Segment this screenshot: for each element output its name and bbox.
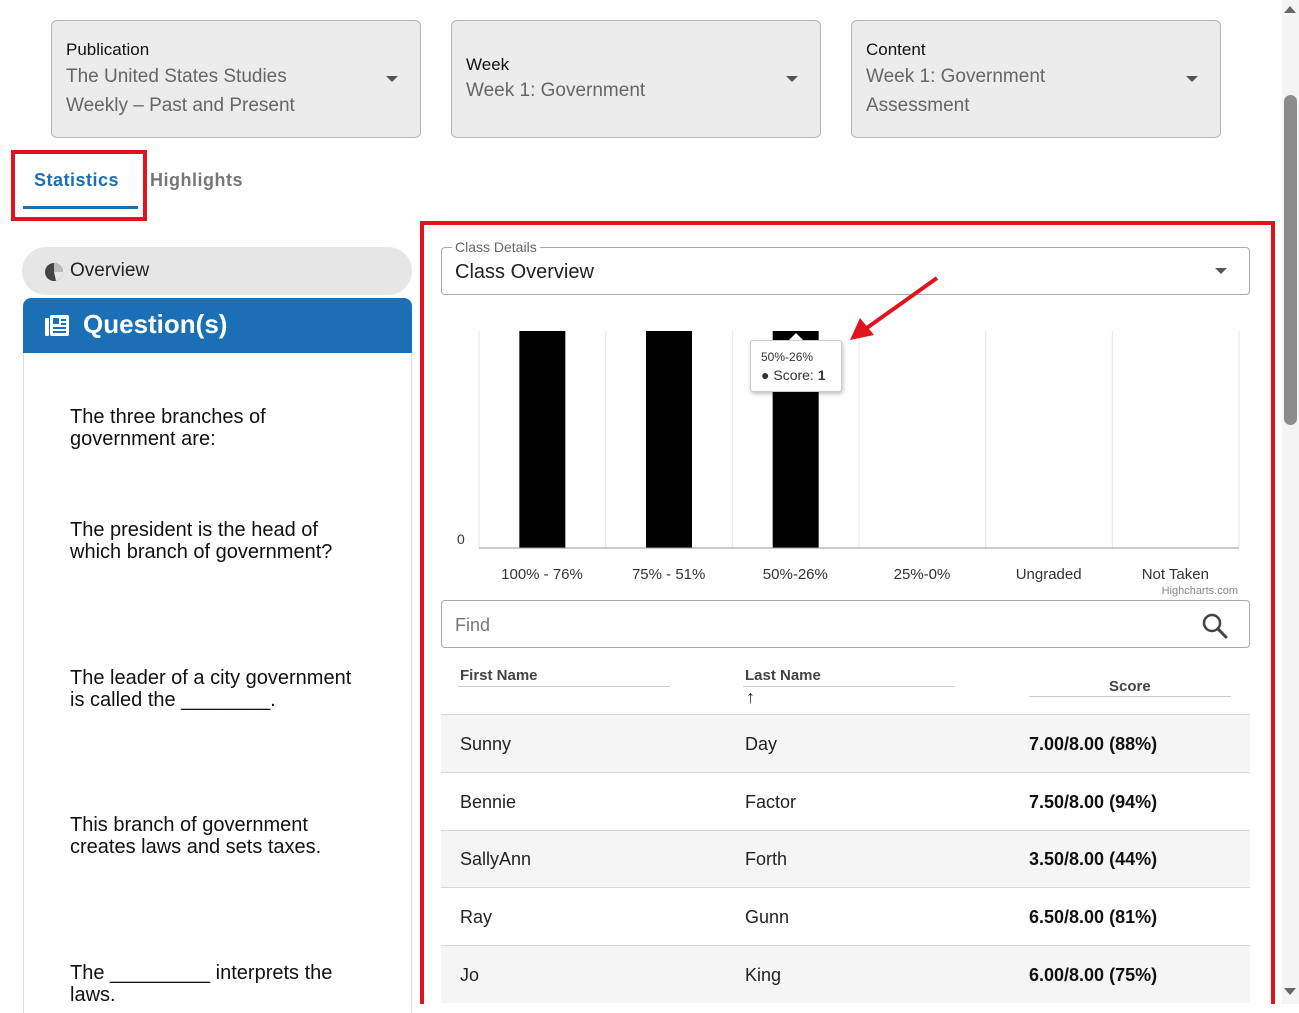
table-row[interactable]: SallyAnn Forth 3.50/8.00 (44%) (441, 830, 1250, 888)
column-divider (743, 686, 955, 687)
class-details-legend: Class Details (452, 239, 540, 255)
table-row[interactable]: Jo King 6.00/8.00 (75%) (441, 945, 1250, 1003)
score-cell: 3.50/8.00 (44%) (1029, 849, 1158, 869)
first-name-cell: Sunny (460, 734, 512, 754)
first-name-cell: Jo (460, 965, 480, 985)
tab-statistics[interactable]: Statistics (34, 170, 119, 191)
chevron-down-icon (1215, 268, 1227, 274)
last-name-cell: Gunn (745, 907, 790, 927)
tab-highlights[interactable]: Highlights (150, 170, 243, 191)
overview-button[interactable]: Overview (22, 247, 412, 295)
content-label: Content (866, 40, 926, 59)
search-icon[interactable] (1202, 613, 1228, 639)
publication-select[interactable]: Publication The United States Studies We… (51, 20, 421, 138)
tooltip-category: 50%-26% (761, 350, 814, 364)
x-tick-label: 75% - 51% (631, 566, 706, 583)
week-select[interactable]: Week Week 1: Government (451, 20, 821, 138)
publication-label: Publication (66, 40, 150, 59)
scrollbar-thumb[interactable] (1284, 95, 1297, 425)
column-score[interactable]: Score (1109, 678, 1151, 695)
column-last-name[interactable]: Last Name (745, 667, 821, 684)
last-name-cell: Forth (745, 849, 788, 869)
questions-title: Question(s) (83, 309, 228, 339)
active-tab-indicator (23, 206, 138, 209)
chart-bar[interactable] (519, 331, 566, 548)
column-divider (1029, 696, 1231, 697)
score-cell: 7.50/8.00 (94%) (1029, 792, 1158, 812)
publication-value-line1: The United States Studies (66, 66, 287, 87)
class-details-value: Class Overview (455, 261, 594, 283)
last-name-cell: Day (745, 734, 778, 754)
scroll-up-icon[interactable] (1284, 6, 1296, 13)
week-value: Week 1: Government (466, 80, 646, 101)
scroll-down-icon[interactable] (1284, 988, 1296, 995)
chart-gridlines (478, 331, 1240, 548)
table-row[interactable]: Bennie Factor 7.50/8.00 (94%) (441, 772, 1250, 830)
content-value-line1: Week 1: Government (866, 66, 1046, 87)
question-item[interactable]: The _________ interprets the laws. (70, 962, 390, 1006)
first-name-cell: SallyAnn (460, 849, 532, 869)
table-row[interactable]: Sunny Day 7.00/8.00 (88%) (441, 714, 1250, 772)
question-item[interactable]: The president is the head of which branc… (70, 519, 390, 563)
column-divider (458, 686, 670, 687)
x-tick-label: 25%-0% (893, 566, 951, 583)
question-item[interactable]: This branch of government creates laws a… (70, 814, 390, 858)
week-label: Week (466, 55, 510, 74)
x-tick-label: 100% - 76% (501, 566, 583, 583)
publication-value-line2: Weekly – Past and Present (66, 95, 295, 116)
score-cell: 6.50/8.00 (81%) (1029, 907, 1158, 927)
last-name-cell: Factor (745, 792, 797, 812)
overview-label: Overview (70, 260, 150, 281)
content-select[interactable]: Content Week 1: Government Assessment (851, 20, 1221, 138)
column-first-name[interactable]: First Name (460, 667, 538, 684)
first-name-cell: Bennie (460, 792, 517, 812)
chart-credit: Highcharts.com (1162, 585, 1238, 597)
y-tick-label: 0 (457, 531, 465, 547)
x-tick-label: Ungraded (1015, 566, 1082, 583)
x-tick-label: 50%-26% (762, 566, 828, 583)
table-row[interactable]: Ray Gunn 6.50/8.00 (81%) (441, 887, 1250, 945)
content-value-line2: Assessment (866, 95, 970, 116)
last-name-cell: King (745, 965, 782, 985)
question-item[interactable]: The three branches of government are: (70, 406, 390, 450)
chart-tooltip: 50%-26% ● Score: 1 (750, 340, 842, 392)
score-distribution-chart: 0 Highcharts.com (457, 331, 1240, 597)
newspaper-icon (45, 315, 69, 336)
chevron-down-icon (386, 76, 398, 82)
score-cell: 6.00/8.00 (75%) (1029, 965, 1158, 985)
question-item[interactable]: The leader of a city government is calle… (70, 667, 390, 711)
score-cell: 7.00/8.00 (88%) (1029, 734, 1158, 754)
pie-chart-icon (45, 263, 64, 281)
questions-header[interactable]: Question(s) (23, 298, 412, 353)
find-input[interactable]: Find (441, 600, 1250, 648)
x-tick-label: Not Taken (1141, 566, 1209, 583)
first-name-cell: Ray (460, 907, 493, 927)
chevron-down-icon (786, 76, 798, 82)
annotation-arrow-icon (850, 276, 939, 340)
find-placeholder: Find (455, 615, 491, 635)
tooltip-score: ● Score: 1 (761, 367, 826, 383)
chart-bar[interactable] (646, 331, 692, 548)
sort-ascending-icon[interactable]: ↑ (746, 687, 755, 708)
chevron-down-icon (1186, 76, 1198, 82)
